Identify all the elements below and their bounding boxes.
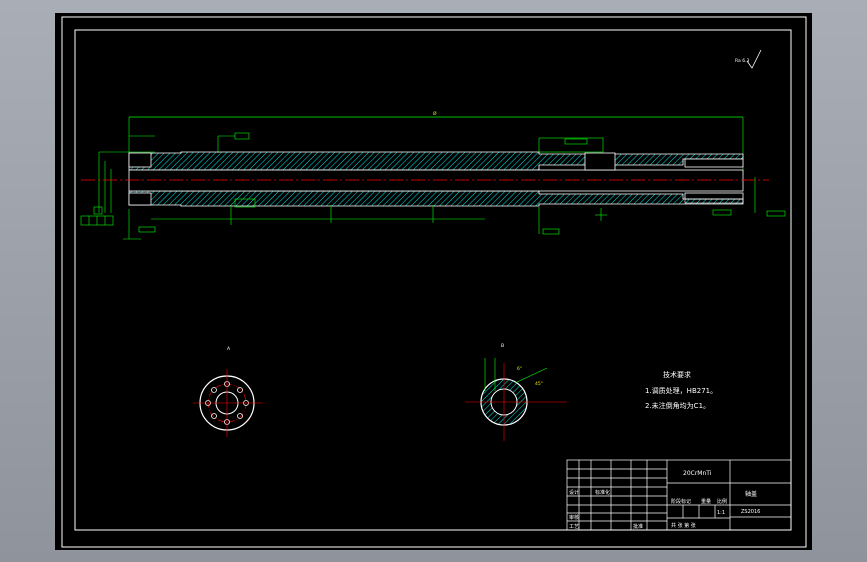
designer-label: 设计 <box>569 489 579 496</box>
tech-req-item-1: 1.调质处理，HB271。 <box>645 386 717 395</box>
tech-req-item-2: 2.未注倒角均为C1。 <box>645 401 710 410</box>
technical-requirements: 技术要求 1.调质处理，HB271。 2.未注倒角均为C1。 <box>645 370 717 410</box>
sheet-text: 共 张 第 张 <box>671 522 696 529</box>
drawing-sheet[interactable]: Ra 6.3 Ø A B 6° 45° 技术要求 1.调质处理，HB271。 2… <box>55 13 812 550</box>
stage-label: 阶段标记 <box>671 498 691 505</box>
drawing-canvas: Ra 6.3 Ø A B 6° 45° 技术要求 1.调质处理，HB271。 2… <box>61 16 807 548</box>
datum-box <box>80 206 114 226</box>
approve-label: 批准 <box>633 523 643 530</box>
flange-view: A <box>193 346 263 437</box>
checker-label: 审核 <box>569 514 579 521</box>
material-text: 20CrMnTi <box>683 470 712 477</box>
drawing-no-text: ZS2016 <box>741 509 760 515</box>
angle-label-45: 45° <box>535 381 543 387</box>
outer-frame <box>61 16 807 548</box>
weight-label: 重量 <box>701 498 711 505</box>
overall-length-label: Ø <box>433 110 437 117</box>
flange-view-label: A <box>227 346 231 352</box>
roughness-symbol: Ra 6.3 <box>735 49 762 69</box>
process-label: 工艺 <box>569 524 579 530</box>
scale-text: 1:1 <box>717 510 725 516</box>
hole-section-view: B 6° 45° <box>465 343 567 441</box>
roughness-value: Ra 6.3 <box>735 58 750 64</box>
tech-req-title: 技术要求 <box>663 370 691 379</box>
hole-view-label: B <box>501 343 504 349</box>
shaft-section <box>128 151 744 207</box>
standard-label: 标准化 <box>595 489 610 496</box>
inner-frame <box>74 29 792 531</box>
cad-viewport[interactable]: Ra 6.3 Ø A B 6° 45° 技术要求 1.调质处理，HB271。 2… <box>0 0 867 562</box>
part-name-text: 轴盖 <box>745 490 757 498</box>
ratio-label: 比例 <box>717 498 727 505</box>
angle-label-6: 6° <box>517 366 522 372</box>
